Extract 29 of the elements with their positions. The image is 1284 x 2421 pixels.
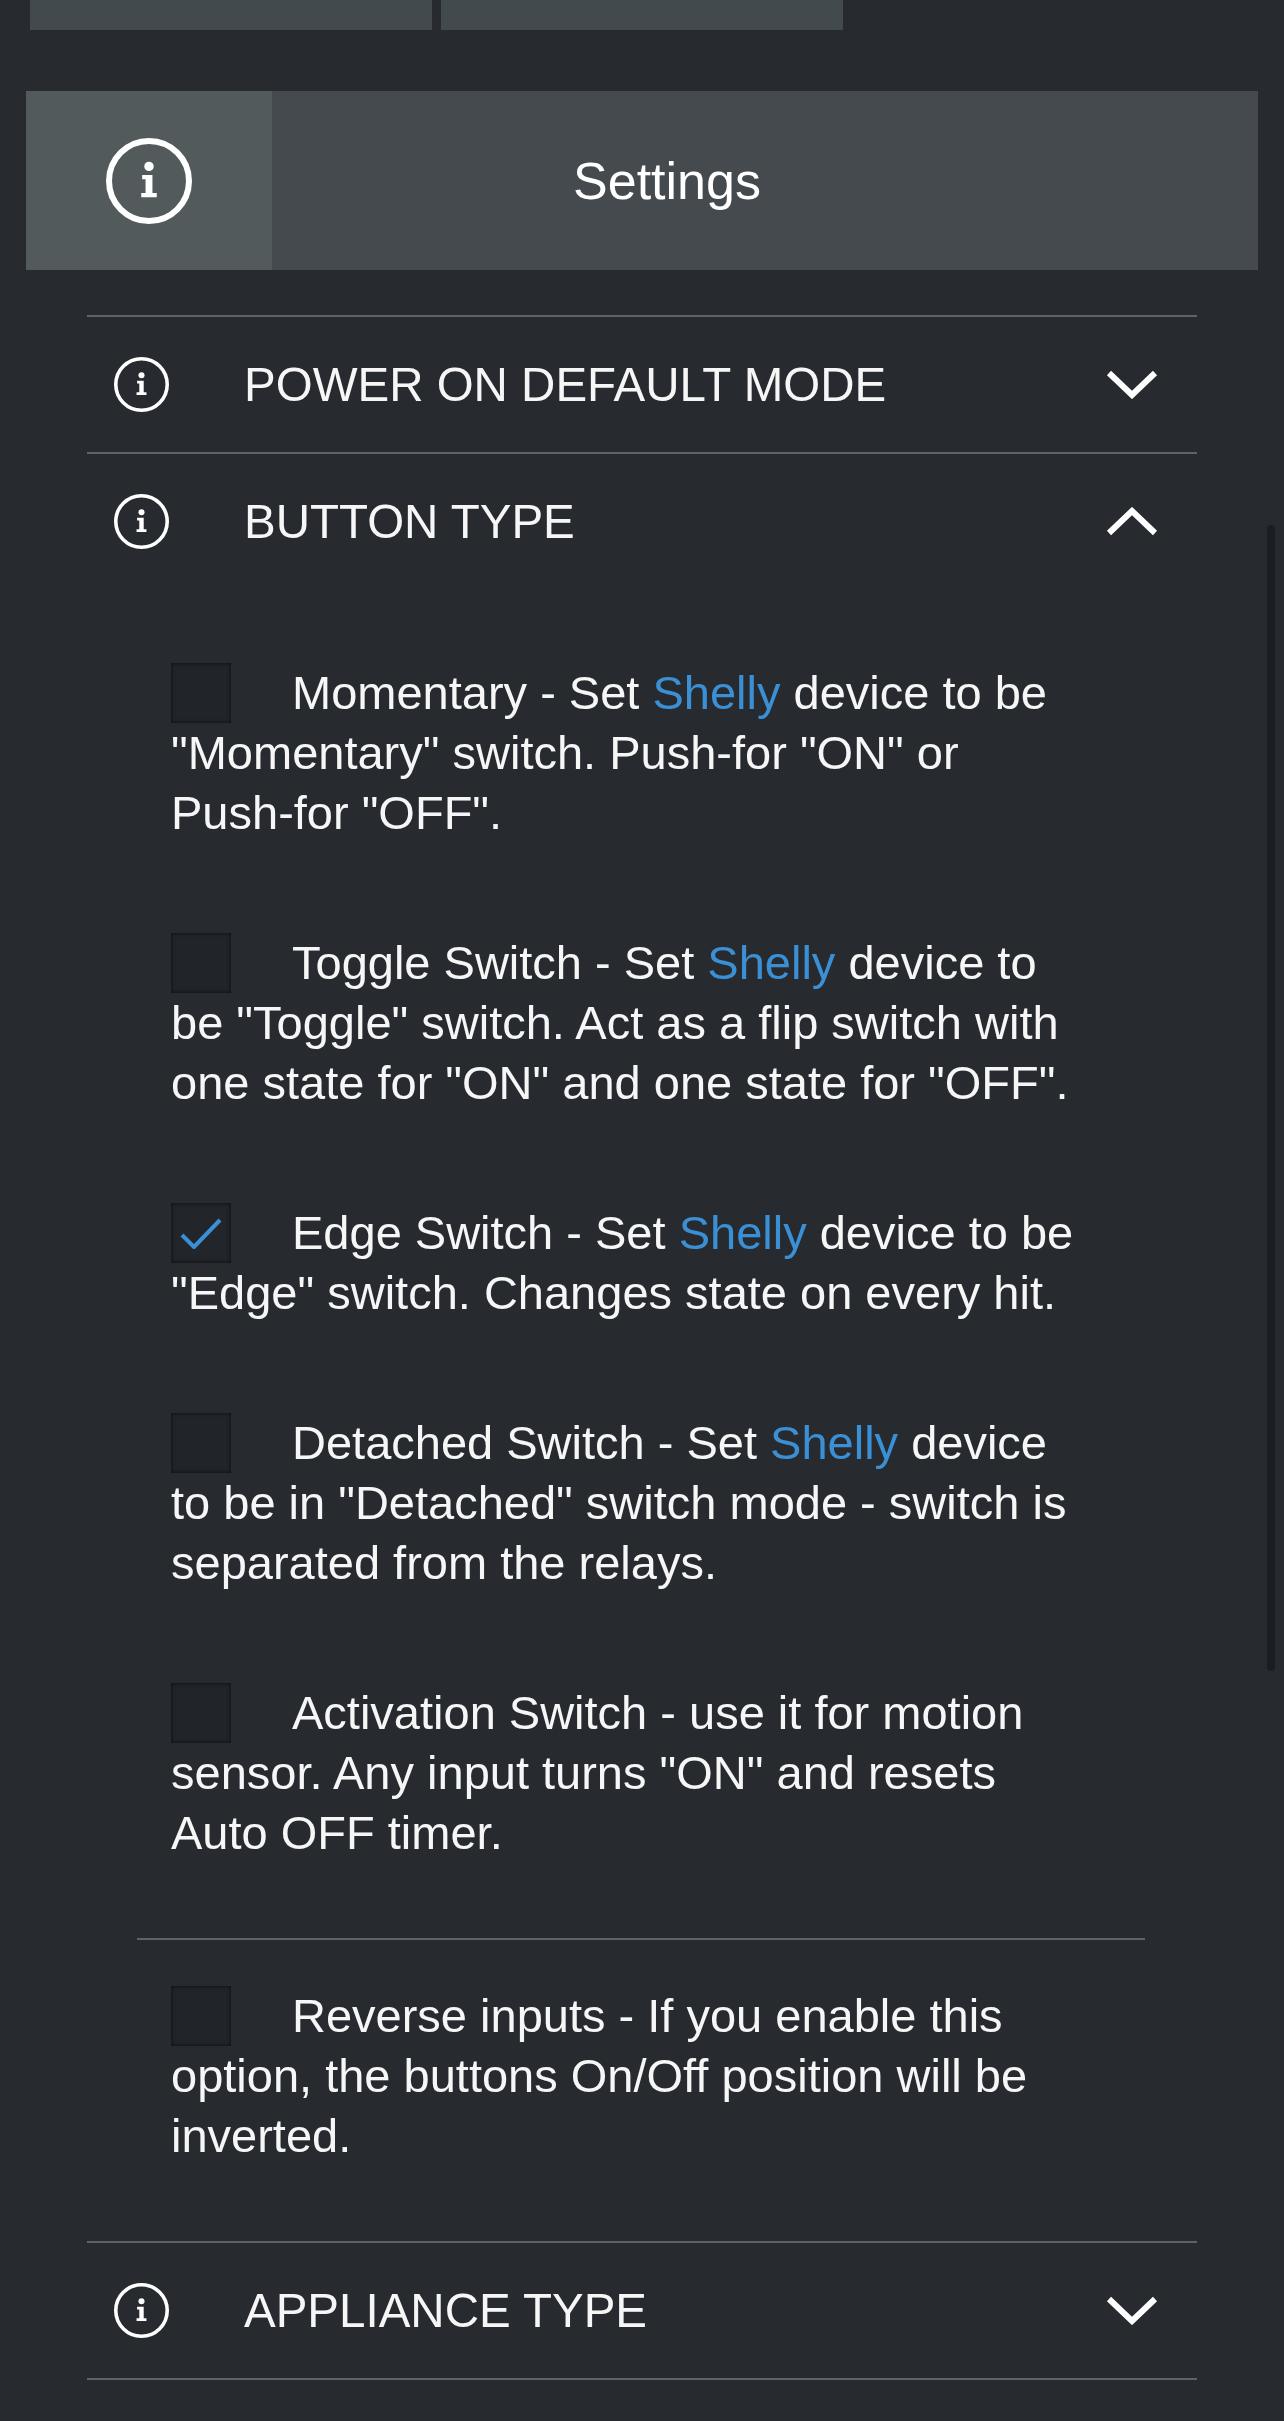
section-title[interactable]: POWER ON DEFAULT MODE xyxy=(244,356,1106,413)
checkbox-label[interactable]: Activation Switch - use it for motion sensor. Any input turns "ON" and resets Auto OFF timer. xyxy=(171,1683,1083,1863)
checkbox[interactable] xyxy=(171,1413,231,1473)
checkbox-label[interactable]: Toggle Switch - Set Shelly device to be "Toggle" switch. Act as a flip switch with one state for "ON" and one state for "OFF". xyxy=(171,933,1083,1113)
info-icon[interactable] xyxy=(114,494,169,549)
device-link[interactable]: Shelly xyxy=(770,1416,899,1469)
chevron-up-icon[interactable] xyxy=(1106,507,1158,536)
device-link[interactable]: Shelly xyxy=(678,1206,807,1259)
checkbox-label[interactable]: Momentary - Set Shelly device to be "Momentary" switch. Push-for "ON" or Push-for "OFF". xyxy=(171,663,1083,843)
checkbox-label[interactable]: Detached Switch - Set Shelly device to be in "Detached" switch mode - switch is separated from the relays. xyxy=(171,1413,1083,1593)
page-title: Settings xyxy=(573,150,761,211)
info-icon[interactable] xyxy=(114,2283,169,2338)
device-link[interactable]: Shelly xyxy=(652,666,781,719)
checkbox-label[interactable]: Reverse inputs - If you enable this option, the buttons On/Off position will be inverted. xyxy=(171,1986,1083,2166)
checkbox-label[interactable]: Edge Switch - Set Shelly device to be "Edge" switch. Changes state on every hit. xyxy=(171,1203,1083,1323)
chevron-down-icon[interactable] xyxy=(1106,2296,1158,2325)
checkbox[interactable] xyxy=(171,1203,231,1263)
info-button[interactable] xyxy=(26,91,272,270)
checkmark-icon xyxy=(180,1217,222,1249)
info-icon[interactable] xyxy=(114,357,169,412)
info-icon[interactable] xyxy=(106,137,192,224)
section-title[interactable]: BUTTON TYPE xyxy=(244,493,1106,550)
checkbox[interactable] xyxy=(171,1986,231,2046)
checkbox[interactable] xyxy=(171,663,231,723)
device-link[interactable]: Shelly xyxy=(707,936,836,989)
checkbox[interactable] xyxy=(171,1683,231,1743)
section-title[interactable]: APPLIANCE TYPE xyxy=(244,2282,1106,2339)
checkbox[interactable] xyxy=(171,933,231,993)
chevron-down-icon[interactable] xyxy=(1106,370,1158,399)
